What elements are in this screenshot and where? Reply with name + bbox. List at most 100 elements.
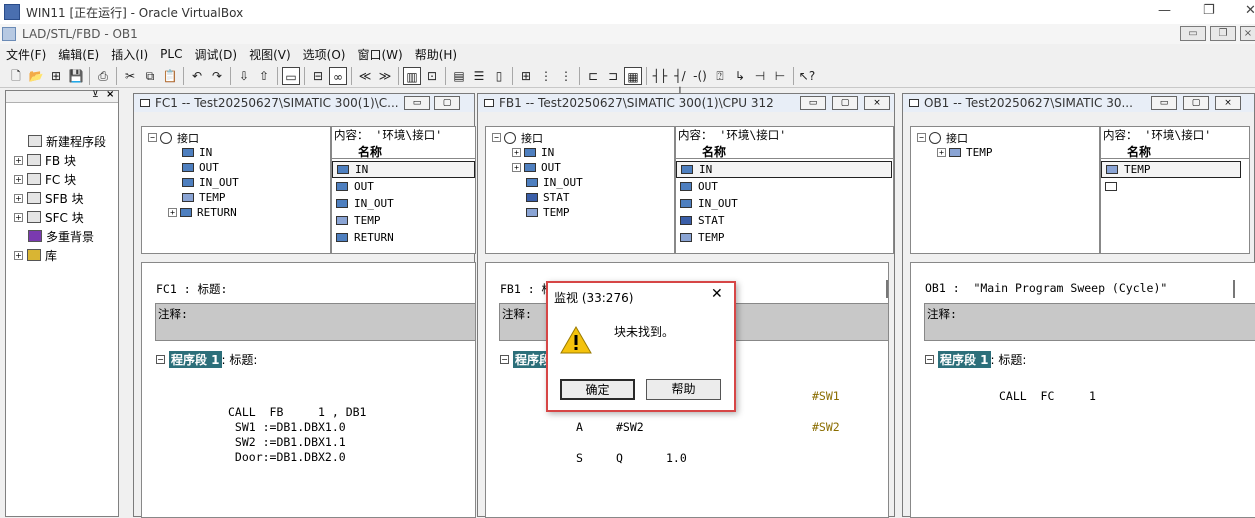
branch-icon[interactable]: ⊏ <box>584 67 602 85</box>
table-row[interactable]: TEMP <box>676 229 725 246</box>
fc1-tree-root[interactable]: − 接口 <box>148 130 199 145</box>
menu-plc[interactable]: PLC <box>154 47 188 61</box>
lad-view-icon[interactable]: ▤ <box>450 67 468 85</box>
ob1-maximize-button[interactable]: ▢ <box>1183 96 1209 110</box>
no-contact-icon[interactable]: ┤├ <box>651 67 669 85</box>
ob1-scrollbar[interactable] <box>1233 280 1235 298</box>
stl-view-icon[interactable]: ☰ <box>470 67 488 85</box>
table-row[interactable]: OUT <box>332 178 374 195</box>
fb1-tree-root[interactable]: − 接口 <box>492 130 543 145</box>
catalog-item-fc[interactable]: + FC 块 <box>14 170 76 188</box>
help-cursor-icon[interactable]: ↖? <box>798 67 816 85</box>
open-icon[interactable]: 📂 <box>27 67 45 85</box>
catalog-item-new-network[interactable]: 新建程序段 <box>28 132 106 150</box>
fc1-tree-in[interactable]: IN <box>182 145 212 160</box>
close-button[interactable]: ✕ <box>1245 3 1255 18</box>
new-network-icon[interactable]: ⊞ <box>517 67 535 85</box>
ob1-tree-root[interactable]: − 接口 <box>917 130 968 145</box>
next-icon[interactable]: ≫ <box>376 67 394 85</box>
catalog-item-multi-instance[interactable]: 多重背景 <box>28 227 94 245</box>
cut-icon[interactable]: ✂ <box>121 67 139 85</box>
expand-icon[interactable]: + <box>14 212 23 222</box>
table-row[interactable]: IN <box>332 161 475 178</box>
dialog-close-button[interactable]: ✕ <box>711 286 723 302</box>
fc1-code-pane[interactable]: FC1 : 标题: 注释: − 程序段 1: 标题: CALL FB 1 , DB… <box>141 262 476 518</box>
ob1-code-pane[interactable]: OB1 : "Main Program Sweep (Cycle)" 注释: −… <box>910 262 1255 518</box>
fb1-scrollbar[interactable] <box>886 280 888 298</box>
menu-view[interactable]: 视图(V) <box>243 46 297 63</box>
menu-help[interactable]: 帮助(H) <box>409 46 463 63</box>
nc-contact-icon[interactable]: ┤/├ <box>671 67 689 101</box>
fc1-tree-out[interactable]: OUT <box>182 160 219 175</box>
catalog-item-fb[interactable]: + FB 块 <box>14 151 76 169</box>
menu-edit[interactable]: 编辑(E) <box>52 46 105 63</box>
menu-debug[interactable]: 调试(D) <box>188 46 243 63</box>
ob1-tree-temp[interactable]: + TEMP <box>937 145 993 160</box>
print-icon[interactable]: ⎙ <box>94 67 112 85</box>
fb1-maximize-button[interactable]: ▢ <box>832 96 858 110</box>
fc1-maximize-button[interactable]: ▢ <box>434 96 460 110</box>
copy-icon[interactable]: ⧉ <box>141 67 159 85</box>
save-icon[interactable]: 💾 <box>67 67 85 85</box>
mdi-minimize-button[interactable]: ▭ <box>1180 26 1206 41</box>
fb1-tree-inout[interactable]: IN_OUT <box>526 175 583 190</box>
table-row[interactable]: STAT <box>676 212 725 229</box>
expand-icon[interactable]: + <box>14 174 23 184</box>
fb1-close-button[interactable]: × <box>864 96 890 110</box>
table-row[interactable]: TEMP <box>1101 161 1241 178</box>
coil-icon[interactable]: -() <box>691 67 709 85</box>
ok-button[interactable]: 确定 <box>560 379 635 400</box>
fc1-tree-return[interactable]: + RETURN <box>168 205 237 220</box>
table-row[interactable]: IN <box>676 161 892 178</box>
menu-insert[interactable]: 插入(I) <box>105 46 154 63</box>
menu-file[interactable]: 文件(F) <box>0 46 52 63</box>
fc1-tree-temp[interactable]: TEMP <box>182 190 226 205</box>
fb1-tree-stat[interactable]: STAT <box>526 190 570 205</box>
accessible-nodes-icon[interactable]: ⊞ <box>47 67 65 85</box>
ob1-network-label[interactable]: − 程序段 1: 标题: <box>925 351 1026 368</box>
download-icon[interactable]: ⇩ <box>235 67 253 85</box>
delete-row-icon[interactable]: ⋮ <box>557 67 575 85</box>
paste-icon[interactable]: 📋 <box>161 67 179 85</box>
box-icon[interactable]: ▦ <box>624 66 642 85</box>
catalog-pin-icon[interactable]: ⊻ <box>92 90 99 100</box>
undo-icon[interactable]: ↶ <box>188 67 206 85</box>
fb1-tree-out[interactable]: + OUT <box>512 160 561 175</box>
fc1-minimize-button[interactable]: ▭ <box>404 96 430 110</box>
fc1-tree-inout[interactable]: IN_OUT <box>182 175 239 190</box>
menu-options[interactable]: 选项(O) <box>297 46 352 63</box>
expand-icon[interactable]: + <box>14 155 23 165</box>
table-row[interactable]: TEMP <box>332 212 381 229</box>
mdi-restore-button[interactable]: ❐ <box>1210 26 1236 41</box>
fb1-minimize-button[interactable]: ▭ <box>800 96 826 110</box>
mdi-close-button[interactable]: × <box>1240 26 1255 41</box>
table-row[interactable]: IN_OUT <box>332 195 394 212</box>
table-row[interactable]: OUT <box>676 178 718 195</box>
details-icon[interactable]: ⊡ <box>423 67 441 85</box>
new-icon[interactable]: 🗋 <box>7 67 25 85</box>
fc1-comment-field[interactable]: 注释: <box>155 303 475 341</box>
expand-icon[interactable]: + <box>14 193 23 203</box>
ob1-comment-field[interactable]: 注释: <box>924 303 1255 341</box>
accessible-icon[interactable]: ⊟ <box>309 67 327 85</box>
table-row-empty[interactable] <box>1101 178 1123 195</box>
catalog-item-sfb[interactable]: + SFB 块 <box>14 189 84 207</box>
fb1-tree-in[interactable]: + IN <box>512 145 554 160</box>
menu-window[interactable]: 窗口(W) <box>351 46 408 63</box>
empty-box-icon[interactable]: ⍰ <box>711 67 729 85</box>
redo-icon[interactable]: ↷ <box>208 67 226 85</box>
connection-icon[interactable]: ⊢ <box>771 67 789 85</box>
open-branch-icon[interactable]: ↳ <box>731 67 749 85</box>
expand-icon[interactable]: + <box>14 250 23 260</box>
upload-icon[interactable]: ⇧ <box>255 67 273 85</box>
fb1-tree-temp[interactable]: TEMP <box>526 205 570 220</box>
fc1-network-label[interactable]: − 程序段 1: 标题: <box>156 351 257 368</box>
ob1-close-button[interactable]: × <box>1215 96 1241 110</box>
overview-panel-icon[interactable]: ▥ <box>403 66 421 85</box>
restore-button[interactable]: ❐ <box>1203 3 1215 18</box>
minimize-button[interactable]: — <box>1158 3 1171 18</box>
overview-icon[interactable]: ▭ <box>282 66 300 85</box>
close-branch-icon[interactable]: ⊣ <box>751 67 769 85</box>
monitor-icon[interactable]: ∞ <box>329 66 347 85</box>
fbd-view-icon[interactable]: ▯ <box>490 67 508 85</box>
